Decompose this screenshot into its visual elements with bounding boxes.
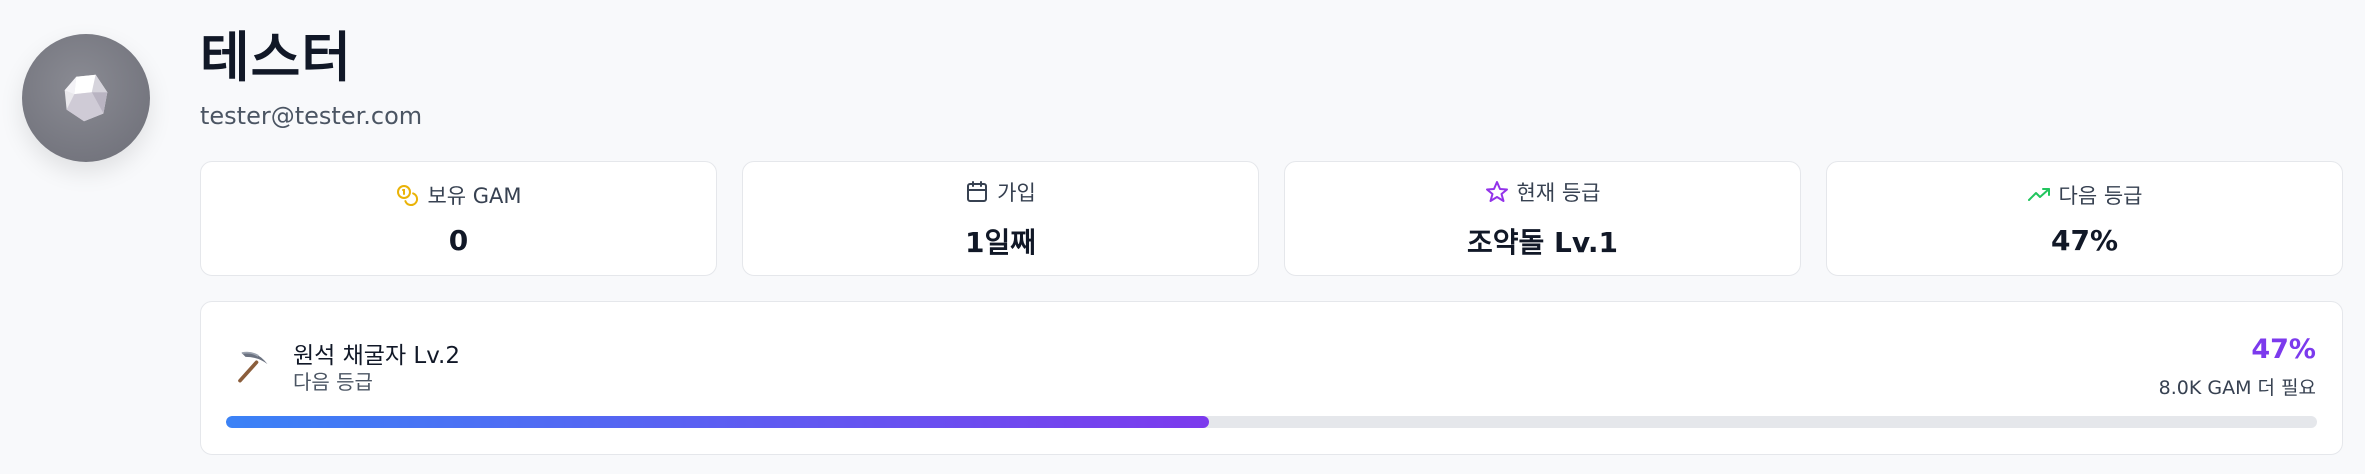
stat-label: 현재 등급 bbox=[1516, 180, 1601, 205]
stat-value: 1일째 bbox=[964, 225, 1036, 259]
progress-bar-track bbox=[226, 416, 2317, 428]
profile-page: 테스터 tester@tester.com 보유 GAM 0 가입 1일째 현재… bbox=[0, 0, 2365, 474]
profile-email: tester@tester.com bbox=[200, 102, 423, 130]
stat-label: 다음 등급 bbox=[2058, 184, 2143, 208]
stat-value: 조약돌 Lv.1 bbox=[1467, 225, 1618, 259]
progress-bar-fill bbox=[226, 416, 1209, 428]
stat-label: 가입 bbox=[997, 180, 1036, 205]
stone-icon bbox=[64, 74, 108, 122]
pickaxe-icon bbox=[238, 351, 268, 383]
gam-needed: 8.0K GAM 더 필요 bbox=[2158, 377, 2316, 399]
progress-percent: 47% bbox=[2251, 334, 2316, 365]
stat-label: 보유 GAM bbox=[427, 184, 522, 208]
tier-progress-card: 원석 채굴자 Lv.2 다음 등급 47% 8.0K GAM 더 필요 bbox=[200, 301, 2343, 455]
stat-card-joined: 가입 1일째 bbox=[742, 161, 1259, 276]
profile-name: 테스터 bbox=[200, 26, 353, 89]
avatar[interactable] bbox=[22, 34, 150, 162]
star-icon bbox=[1485, 180, 1508, 202]
stats-grid: 보유 GAM 0 가입 1일째 현재 등급 조약돌 Lv.1 다음 등급 47% bbox=[200, 161, 2343, 276]
trending-up-icon bbox=[2027, 188, 2050, 201]
stat-card-next-tier: 다음 등급 47% bbox=[1826, 161, 2343, 276]
coins-icon bbox=[397, 185, 419, 206]
stat-value: 47% bbox=[2050, 224, 2119, 257]
stat-card-current-tier: 현재 등급 조약돌 Lv.1 bbox=[1284, 161, 1801, 276]
calendar-icon bbox=[967, 180, 988, 202]
stat-value: 0 bbox=[448, 224, 469, 257]
next-tier-caption: 다음 등급 bbox=[293, 370, 373, 394]
stat-card-gam: 보유 GAM 0 bbox=[200, 161, 717, 276]
next-tier-name: 원석 채굴자 Lv.2 bbox=[293, 343, 461, 369]
